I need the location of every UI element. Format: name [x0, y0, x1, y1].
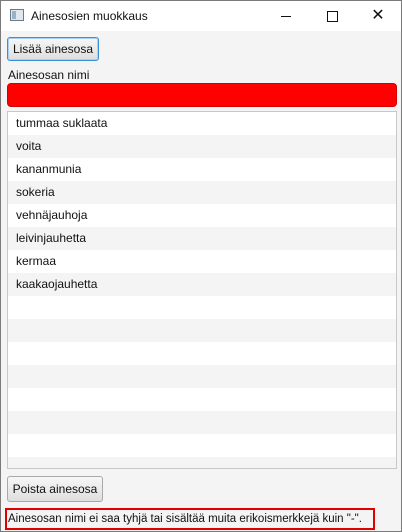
empty-row — [8, 319, 396, 342]
list-item[interactable]: vehnäjauhoja — [8, 204, 396, 227]
empty-row — [8, 342, 396, 365]
ingredient-name-input[interactable] — [7, 83, 397, 107]
maximize-button[interactable] — [309, 1, 355, 31]
main-content: Lisää ainesosa Ainesosan nimi tummaa suk… — [1, 31, 401, 531]
add-ingredient-button[interactable]: Lisää ainesosa — [7, 37, 99, 61]
list-item[interactable]: kaakaojauhetta — [8, 273, 396, 296]
close-icon: ✕ — [371, 7, 385, 24]
empty-row — [8, 411, 396, 434]
empty-row — [8, 296, 396, 319]
close-button[interactable]: ✕ — [355, 1, 401, 31]
empty-row — [8, 457, 396, 468]
ingredient-name-label: Ainesosan nimi — [8, 68, 90, 82]
list-item[interactable]: leivinjauhetta — [8, 227, 396, 250]
ingredient-list[interactable]: tummaa suklaata voita kananmunia sokeria… — [7, 111, 397, 469]
list-item[interactable]: sokeria — [8, 181, 396, 204]
app-window: Ainesosien muokkaus ✕ Lisää ainesosa Ain… — [0, 0, 402, 532]
error-message: Ainesosan nimi ei saa tyhjä tai sisältää… — [5, 508, 375, 530]
remove-ingredient-button[interactable]: Poista ainesosa — [7, 476, 103, 502]
title-bar[interactable]: Ainesosien muokkaus ✕ — [1, 1, 401, 31]
list-item[interactable]: kermaa — [8, 250, 396, 273]
list-item[interactable]: kananmunia — [8, 158, 396, 181]
app-icon — [10, 9, 24, 21]
maximize-icon — [326, 10, 338, 22]
empty-row — [8, 365, 396, 388]
minimize-icon — [281, 15, 291, 17]
minimize-button[interactable] — [263, 1, 309, 31]
list-item[interactable]: voita — [8, 135, 396, 158]
empty-row — [8, 388, 396, 411]
list-item[interactable]: tummaa suklaata — [8, 112, 396, 135]
empty-row — [8, 434, 396, 457]
window-title: Ainesosien muokkaus — [31, 9, 148, 23]
